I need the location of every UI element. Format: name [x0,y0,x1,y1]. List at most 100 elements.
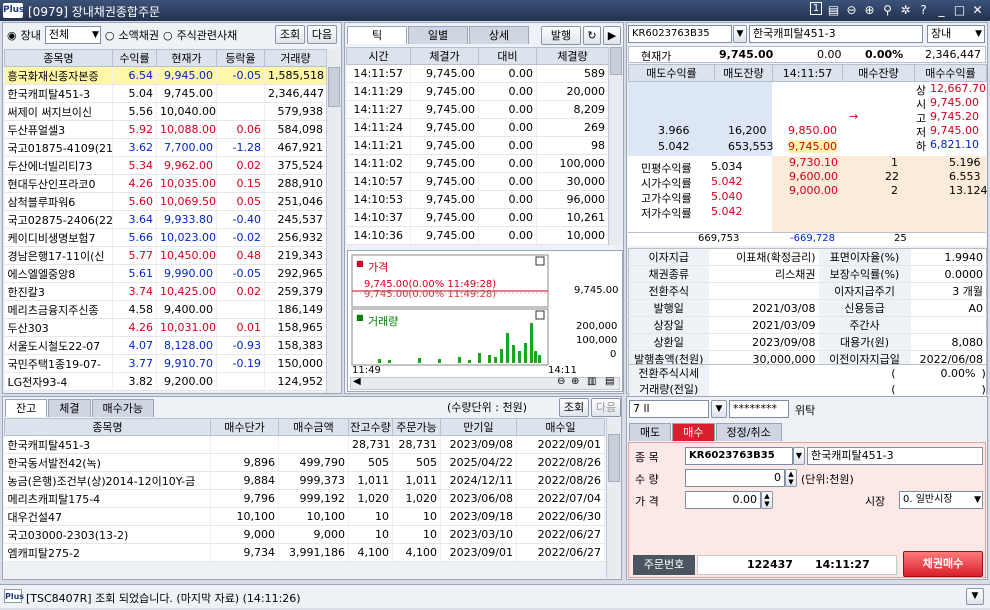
order-tab[interactable]: 매도 [629,423,672,441]
balance-row[interactable]: 국고03000-2303(13-2) 9,000 9,000 10 10 2023/03/… [4,525,605,544]
balance-row[interactable]: 한국동서발전42(녹) 9,896 499,790 505 505 2025/04/22 2… [4,453,605,472]
chart-print-icon[interactable]: ▤ [605,376,614,387]
bond-list-row[interactable]: 한진칼3 3.74 10,425.00 0.02 259,379 [4,282,327,301]
bond-list-row[interactable]: 현대두산인프라코0 4.26 10,035.00 0.15 288,910 [4,174,327,193]
bond-list-row[interactable]: 케이디비생명보험7 5.66 10,023.00 -0.02 256,932 [4,228,327,247]
balance-row[interactable]: 한국캐피탈451-3 28,731 28,731 2023/09/08 2022/09/… [4,435,605,454]
search-icon[interactable]: ⚲ [881,2,894,18]
market-select[interactable]: 전체 ▼ [44,26,101,44]
order-price-input[interactable]: 0.00 [685,491,761,509]
order-code-input[interactable]: KR6023763B35 [685,447,793,465]
bond-list-row[interactable]: 써제이 써지브이신 5.56 10,040.00 579,938 [4,102,327,121]
bond-list-row[interactable]: 두산퓨얼셀3 5.92 10,088.00 0.06 584,098 [4,120,327,139]
ask-price[interactable]: 9,850.00 [788,124,837,137]
order-code-dropdown-icon[interactable]: ▼ [793,447,805,465]
balance-header[interactable]: 주문가능 [392,418,441,436]
small-bond-radio-icon[interactable]: ○ [105,29,115,42]
stock-bond-radio-icon[interactable]: ○ [163,29,173,42]
balance-query-button[interactable]: 조회 [559,398,589,417]
balance-header[interactable]: 잔고수량 [348,418,393,436]
balance-next-button[interactable]: 다음 [591,398,621,417]
bond-code-input[interactable]: KR6023763B35 [628,25,732,43]
minimize-icon[interactable]: _ [935,2,948,18]
qty-spinner-icon[interactable]: ▲ ▼ [785,469,797,487]
tick-tab[interactable]: 상세 [469,26,529,44]
balance-header[interactable]: 종목명 [4,418,211,436]
pin-icon[interactable]: ✲ [899,2,912,18]
bond-list-header[interactable]: 거래량 [264,49,327,67]
market-select-right[interactable]: 장내 ▼ [927,25,985,43]
bond-list-row[interactable]: 두산에너빌리티73 5.34 9,962.00 0.02 375,524 [4,156,327,175]
status-dropdown-icon[interactable]: ▼ [966,588,984,605]
window-list-icon[interactable]: ▤ [827,2,840,18]
bond-list-row[interactable]: 메리츠금융지주신종 4.58 9,400.00 186,149 [4,300,327,319]
zoom-out-icon[interactable]: ⊖ [845,2,858,18]
refresh-icon[interactable]: ↻ [583,26,601,45]
zoom-in-icon[interactable]: ⊕ [863,2,876,18]
bond-list-row[interactable]: 흥국화재신종자본증 6.54 9,945.00 -0.05 1,585,518 [4,66,327,85]
password-input[interactable]: ******** [729,400,789,418]
conversion-table: 전환주식시세(0.00%) 거래량(전일)() [628,364,987,398]
balance-header[interactable]: 만기일 [440,418,517,436]
zoom-plus-icon[interactable]: ⊕ [571,376,579,387]
bond-list-header[interactable]: 수익률 [112,49,157,67]
balance-row[interactable]: 농금(은행)조건부(상)2014-12이10Y-금 9,884 999,373 1,0… [4,471,605,490]
maximize-icon[interactable]: □ [953,2,966,18]
issue-button[interactable]: 발행 [541,26,581,45]
tick-row: 14:11:27 9,745.00 0.00 8,209 [346,100,609,119]
tick-tab[interactable]: 일별 [408,26,468,44]
bond-list-row[interactable]: 국고01875-4109(21 3.62 7,700.00 -1.28 467,921 [4,138,327,157]
bid-price[interactable]: 9,600.00 [789,170,838,183]
bond-list-row[interactable]: 서울도시철도22-07 4.07 8,128.00 -0.93 158,383 [4,336,327,355]
info-value: 2023/09/08 [708,333,819,351]
chart-tools-icon[interactable]: ▥ [587,376,596,387]
bond-buy-button[interactable]: 채권매수 [903,551,983,577]
bid-price[interactable]: 9,000.00 [789,184,838,197]
bond-list-scrollbar[interactable] [326,49,341,393]
bond-list-header[interactable]: 현재가 [156,49,217,67]
balance-tab[interactable]: 매수가능 [91,399,154,417]
balance-header[interactable]: 매수일 [516,418,605,436]
bond-list-row[interactable]: LG전자93-4 3.82 9,200.00 124,952 [4,372,327,391]
order-tab[interactable]: 정정/취소 [715,423,782,441]
balance-row[interactable]: 메리츠캐피탈175-4 9,796 999,192 1,020 1,020 2023/06… [4,489,605,508]
bond-list-header[interactable]: 종목명 [4,49,113,67]
account-dropdown-icon[interactable]: ▼ [711,400,727,418]
balance-scrollbar[interactable] [606,418,621,578]
tick-tab[interactable]: 틱 [347,26,407,44]
bond-list-row[interactable]: 에스엘엘중앙8 5.61 9,990.00 -0.05 292,965 [4,264,327,283]
bond-list-row[interactable]: 두산303 4.26 10,031.00 0.01 158,965 [4,318,327,337]
chart-scrollbar[interactable]: ◀ ⊖ ⊕ ▥ ▤ [350,376,620,390]
code-dropdown-icon[interactable]: ▼ [733,25,747,43]
tick-scrollbar[interactable] [608,47,623,245]
balance-header[interactable]: 매수금액 [278,418,349,436]
price-spinner-icon[interactable]: ▲ ▼ [761,491,773,509]
balance-row[interactable]: 엠캐피탈275-2 9,734 3,991,186 4,100 4,100 2023/09… [4,543,605,562]
bid-price[interactable]: 9,730.10 [789,156,838,169]
help-icon[interactable]: ? [917,2,930,18]
ask-price[interactable]: 9,745.00 [788,140,837,153]
bond-list-header[interactable]: 등락율 [216,49,265,67]
balance-tab[interactable]: 체결 [48,399,91,417]
order-tab[interactable]: 매수 [672,423,715,441]
bond-list-row[interactable]: 경남은행17-11이(신 5.77 10,450.00 0.48 219,343 [4,246,327,265]
scroll-left-icon[interactable]: ◀ [353,376,361,387]
next-button[interactable]: 다음 [307,25,337,44]
account-input[interactable]: 7 ll [629,400,709,418]
bond-list-row[interactable]: 국고02875-2406(22 3.64 9,933.80 -0.40 245,537 [4,210,327,229]
close-icon[interactable]: ✕ [971,2,984,18]
order-market-select[interactable]: 0. 일반시장 ▼ [899,491,983,509]
market-radio-selected-icon[interactable]: ◉ [7,29,17,42]
balance-tab[interactable]: 잔고 [5,399,48,417]
bond-list-row[interactable]: 한국캐피탈451-3 5.04 9,745.00 2,346,447 [4,84,327,103]
bond-volume: 584,098 [264,120,327,139]
page-number[interactable]: 1 [810,2,822,15]
bond-list-row[interactable]: 국민주택1종19-07- 3.77 9,910.70 -0.19 150,000 [4,354,327,373]
bond-list-row[interactable]: 삼척블루파워6 5.60 10,069.50 0.05 251,046 [4,192,327,211]
play-icon[interactable]: ▶ [603,26,621,45]
zoom-minus-icon[interactable]: ⊖ [557,376,565,387]
order-qty-input[interactable]: 0 [685,469,785,487]
balance-row[interactable]: 대우건설47 10,100 10,100 10 10 2023/09/18 2022/06/… [4,507,605,526]
balance-header[interactable]: 매수단가 [210,418,279,436]
query-button[interactable]: 조회 [275,25,305,44]
